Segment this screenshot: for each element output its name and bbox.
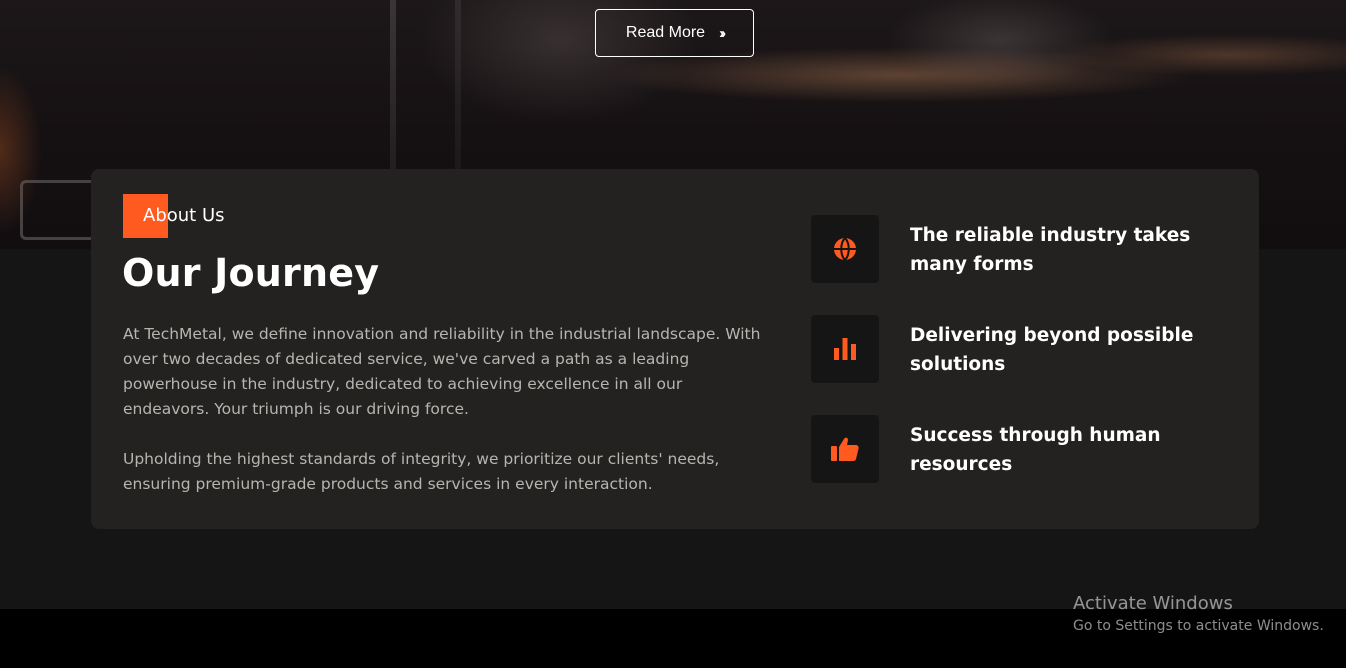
watermark-subtitle: Go to Settings to activate Windows. bbox=[1073, 618, 1324, 634]
feature-icon-box bbox=[811, 415, 879, 483]
page: Read More ›› About Us Our Journey At Tec… bbox=[0, 0, 1346, 668]
feature-text: The reliable industry takes many forms bbox=[910, 225, 1191, 275]
section-title: Our Journey bbox=[122, 251, 380, 295]
about-card: About Us Our Journey At TechMetal, we de… bbox=[91, 169, 1259, 529]
windows-activation-watermark: Activate Windows Go to Settings to activ… bbox=[1073, 593, 1324, 634]
read-more-label: Read More bbox=[625, 24, 706, 41]
about-paragraph: Upholding the highest standards of integ… bbox=[123, 450, 720, 493]
hero-decor-rim bbox=[20, 180, 100, 240]
bar-chart-icon bbox=[834, 338, 856, 360]
feature-item: Delivering beyond possible solutions bbox=[811, 315, 1231, 383]
hero-decor-post bbox=[390, 0, 396, 170]
watermark-title: Activate Windows bbox=[1073, 593, 1233, 614]
hero-decor-post bbox=[455, 0, 461, 170]
double-chevron-right-icon: ›› bbox=[719, 24, 726, 42]
feature-icon-box bbox=[811, 215, 879, 283]
feature-icon-box bbox=[811, 315, 879, 383]
badge-label: About Us bbox=[143, 205, 225, 226]
globe-icon bbox=[834, 237, 856, 261]
about-paragraph: At TechMetal, we define innovation and r… bbox=[123, 325, 761, 418]
feature-item: The reliable industry takes many forms bbox=[811, 215, 1231, 283]
feature-text: Delivering beyond possible solutions bbox=[910, 325, 1194, 375]
feature-item: Success through human resources bbox=[811, 415, 1231, 483]
read-more-button[interactable]: Read More ›› bbox=[595, 9, 754, 57]
about-badge: About Us bbox=[123, 194, 283, 238]
thumbs-up-icon bbox=[831, 437, 859, 461]
feature-text: Success through human resources bbox=[910, 425, 1161, 475]
